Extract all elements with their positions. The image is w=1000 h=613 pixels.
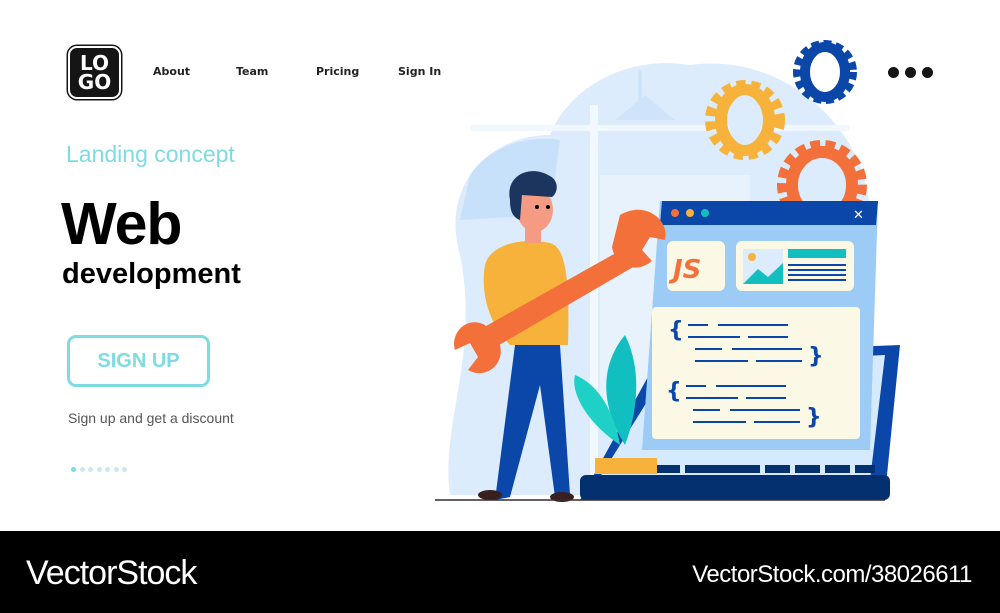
footer-watermark-bar: VectorStock VectorStock.com/38026611 [0,531,1000,613]
logo[interactable]: LO GO [68,46,121,99]
logo-text-line2: GO [77,69,112,94]
nav-about[interactable]: About [153,65,190,78]
svg-text:}: } [806,405,822,430]
landing-page: LO GO About Team Pricing Sign In Landing… [0,0,1000,531]
sign-up-button[interactable]: SIGN UP [67,335,210,387]
hero-subtitle: Landing concept [66,141,235,167]
pagination-dot[interactable] [96,467,102,472]
svg-text:{: { [668,318,684,343]
js-badge: JS [668,255,701,285]
watermark-brand: VectorStock [26,554,197,592]
pagination-dot[interactable] [88,467,93,472]
watermark-url: VectorStock.com/38026611 [692,561,972,588]
svg-text:}: } [808,344,824,369]
hero-title: Web [61,191,182,257]
pagination-dot[interactable] [113,467,119,472]
web-development-illustration: ✕ JS { } {} [435,40,900,502]
sign-up-note: Sign up and get a discount [68,410,234,426]
gear-icon-blue [793,40,857,104]
nav-pricing[interactable]: Pricing [316,65,359,78]
gear-icon-yellow [705,80,785,160]
pagination-dot[interactable] [71,467,76,472]
window-dot-yellow [686,209,694,217]
pagination-dot[interactable] [122,467,127,472]
browser-window: ✕ JS { } {} [642,201,878,450]
pagination-dot[interactable] [105,467,110,472]
window-dot-orange [671,209,679,217]
svg-text:{: { [666,379,682,404]
pagination-dot[interactable] [79,467,85,472]
nav-team[interactable]: Team [236,65,268,78]
hero-title-line2: development [62,258,241,290]
window-dot-teal [701,209,709,217]
pagination-dots [71,467,127,472]
close-icon: ✕ [853,208,864,223]
image-placeholder-icon [743,249,783,284]
